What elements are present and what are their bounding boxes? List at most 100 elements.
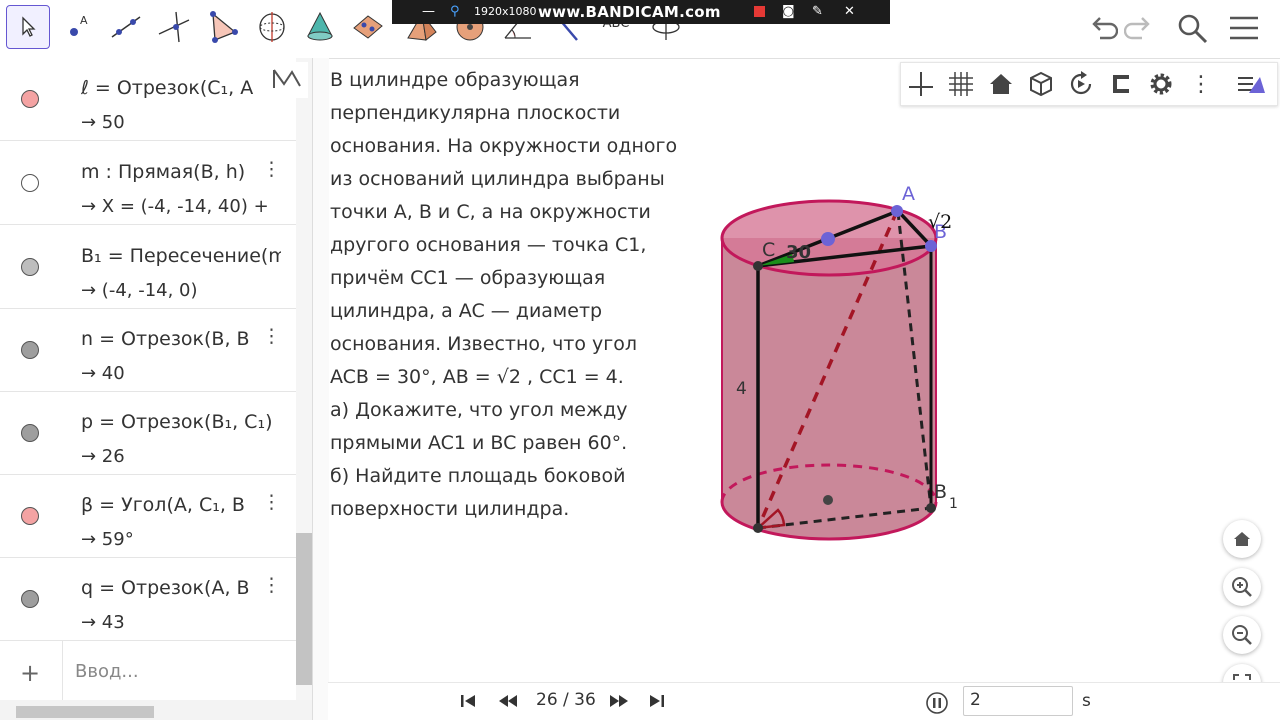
cone-tool-icon[interactable]	[298, 5, 342, 49]
record-icon[interactable]	[754, 6, 765, 17]
visibility-toggle[interactable]	[21, 258, 39, 276]
problem-line: В цилиндре образующая	[330, 69, 580, 91]
visibility-toggle[interactable]	[21, 90, 39, 108]
value-text: → X = (-4, -14, 40) +	[81, 196, 269, 217]
zoom-in-icon	[1232, 577, 1252, 597]
recorder-resolution: 1920x1080	[474, 5, 537, 18]
grid-icon[interactable]	[945, 69, 977, 99]
algebra-row[interactable]: n = Отрезок(B, B ⋮ → 40	[0, 309, 296, 392]
algebra-row[interactable]: ℓ = Отрезок(C₁, A → 50	[0, 58, 296, 141]
first-page-icon[interactable]	[459, 693, 477, 709]
value-text: → 50	[81, 112, 125, 133]
settings-icon[interactable]	[1145, 69, 1177, 99]
axes-icon[interactable]	[905, 69, 937, 99]
last-page-icon[interactable]	[648, 693, 666, 709]
value-text: → 59°	[81, 529, 134, 550]
point-b1[interactable]	[926, 503, 936, 513]
more-options-icon[interactable]: ⋮	[262, 158, 281, 180]
zoom-in-button[interactable]	[1223, 568, 1261, 606]
perpendicular-line-tool-icon[interactable]	[152, 5, 196, 49]
problem-line: перпендикулярна плоскости	[330, 102, 621, 124]
point-center-bottom[interactable]	[823, 495, 833, 505]
algebra-row[interactable]: q = Отрезок(A, B ⋮ → 43	[0, 558, 296, 641]
previous-page-icon[interactable]	[497, 693, 519, 709]
more-options-icon[interactable]: ⋮	[262, 574, 281, 596]
problem-line: ACB = 30°, AB = √2 , CC1 = 4.	[330, 366, 624, 388]
problem-line: точки A, B и C, а на окружности	[330, 201, 651, 223]
label-b1: B	[934, 481, 947, 503]
algebra-hscrollbar-thumb[interactable]	[16, 706, 154, 718]
value-text: → 26	[81, 446, 125, 467]
camera-icon[interactable]: ◙	[782, 4, 795, 19]
pause-icon[interactable]	[925, 691, 949, 715]
point-tool-icon[interactable]: A	[56, 5, 100, 49]
more-options-icon[interactable]: ⋮	[262, 325, 281, 347]
more-icon[interactable]: ⋮	[1185, 69, 1217, 99]
rotate-icon[interactable]	[1065, 69, 1097, 99]
cube-view-icon[interactable]	[1025, 69, 1057, 99]
point-c1[interactable]	[753, 523, 763, 533]
pin-icon[interactable]: ⚲	[450, 4, 460, 19]
home-icon	[1234, 532, 1250, 546]
definition-text: n = Отрезок(B, B	[81, 328, 250, 350]
label-b1-subscript: 1	[949, 496, 958, 512]
algebra-input[interactable]: Ввод...	[75, 661, 139, 682]
add-icon[interactable]: +	[20, 659, 40, 687]
algebra-row[interactable]: p = Отрезок(B₁, C₁) → 26	[0, 392, 296, 475]
label-ab-length: √2	[928, 211, 952, 233]
problem-line: поверхности цилиндра.	[330, 498, 570, 520]
algebra-scrollbar-thumb[interactable]	[296, 533, 312, 685]
algebra-row[interactable]: β = Угол(A, C₁, B ⋮ → 59°	[0, 475, 296, 558]
point-c[interactable]	[753, 261, 763, 271]
zoom-out-button[interactable]	[1223, 616, 1261, 654]
undo-icon[interactable]	[1086, 12, 1118, 44]
next-page-icon[interactable]	[608, 693, 630, 709]
visibility-toggle[interactable]	[21, 424, 39, 442]
segment-tool-icon[interactable]	[104, 5, 148, 49]
problem-line: прямыми AC1 и BC равен 60°.	[330, 432, 628, 454]
visibility-toggle[interactable]	[21, 590, 39, 608]
visibility-toggle[interactable]	[21, 174, 39, 192]
problem-text: В цилиндре образующая перпендикулярна пл…	[330, 64, 710, 526]
speed-input[interactable]: 2	[963, 686, 1073, 716]
cylinder-figure[interactable]: A B C 30 √2 4 B 1	[700, 170, 980, 560]
circle-tool-icon[interactable]	[250, 5, 294, 49]
problem-line: а) Докажите, что угол между	[330, 399, 628, 421]
definition-text: ℓ = Отрезок(C₁, A	[81, 77, 254, 99]
pencil-icon[interactable]: ✎	[812, 4, 823, 19]
problem-line: цилиндра, а AC — диаметр	[330, 300, 603, 322]
close-icon[interactable]: ✕	[844, 4, 855, 19]
move-tool-icon[interactable]	[6, 5, 50, 49]
redo-icon[interactable]	[1124, 12, 1156, 44]
polygon-tool-icon[interactable]	[200, 5, 244, 49]
label-angle: 30	[786, 242, 811, 263]
problem-line: основания. На окружности одного	[330, 135, 678, 157]
cylinder-body	[722, 238, 936, 539]
home-icon[interactable]	[985, 69, 1017, 99]
zoom-out-icon	[1232, 625, 1252, 645]
algebra-row[interactable]: B₁ = Пересечение(m → (-4, -14, 0)	[0, 226, 296, 309]
panel-divider[interactable]	[312, 58, 329, 720]
menu-icon[interactable]	[1228, 12, 1260, 44]
visibility-toggle[interactable]	[21, 507, 39, 525]
style-bar-icon[interactable]	[1235, 69, 1267, 99]
clipping-icon[interactable]	[1105, 69, 1137, 99]
more-options-icon[interactable]: ⋮	[262, 491, 281, 513]
speed-unit: s	[1082, 691, 1091, 711]
value-text: → 43	[81, 612, 125, 633]
standard-view-button[interactable]	[1223, 520, 1261, 558]
point-center-top[interactable]	[821, 232, 835, 246]
plane-tool-icon[interactable]	[346, 5, 390, 49]
slideshow-bar: 26 / 36 s	[328, 682, 1280, 721]
visibility-toggle[interactable]	[21, 341, 39, 359]
minimize-icon[interactable]: —	[422, 4, 435, 19]
algebra-row[interactable]: m : Прямая(B, h) ⋮ → X = (-4, -14, 40) +	[0, 142, 296, 225]
screen-recorder-bar: — ⚲ 1920x1080 www.BANDICAM.com ◙ ✎ ✕	[392, 0, 890, 24]
graphics-style-bar: ⋮	[900, 62, 1278, 106]
problem-line: из оснований цилиндра выбраны	[330, 168, 665, 190]
problem-line: другого основания — точка C1,	[330, 234, 647, 256]
algebra-style-icon[interactable]	[268, 62, 308, 98]
point-a[interactable]	[891, 205, 903, 217]
search-icon[interactable]	[1176, 12, 1210, 46]
label-c: C	[762, 239, 775, 261]
